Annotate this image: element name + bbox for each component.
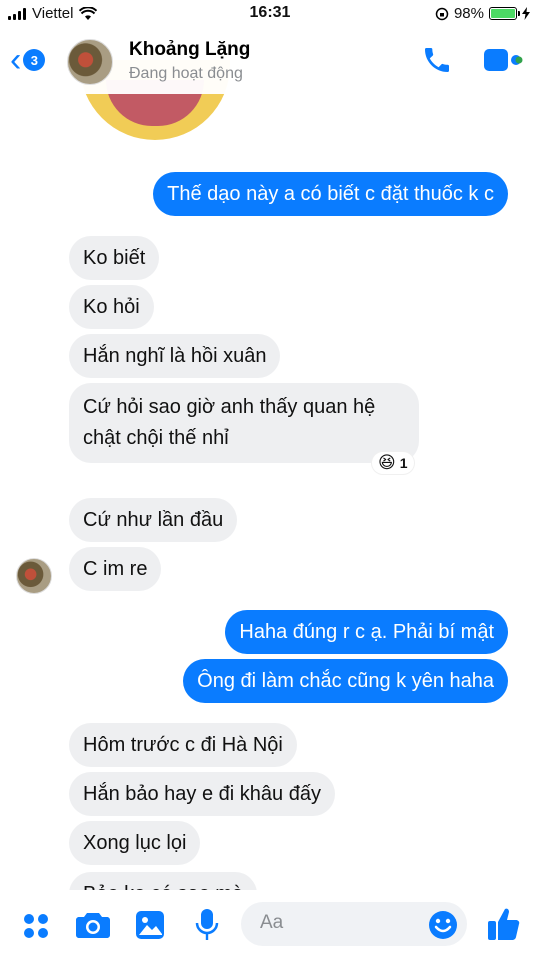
message-bubble-outgoing[interactable]: Thế dạo này a có biết c đặt thuốc k c: [153, 172, 508, 216]
message-bubble-outgoing[interactable]: Haha đúng r c ạ. Phải bí mật: [225, 610, 508, 654]
status-right: 98%: [435, 5, 530, 22]
contact-status: Đang hoạt động: [129, 65, 243, 82]
message-bubble-incoming[interactable]: Hắn bảo hay e đi khâu đấy: [69, 772, 335, 816]
battery-icon: [489, 7, 520, 20]
charging-icon: [522, 7, 530, 20]
back-button[interactable]: ‹ 3: [10, 41, 46, 79]
message-bubble-incoming[interactable]: Xong lục lọi: [69, 821, 201, 865]
thumbs-up-icon[interactable]: [486, 906, 522, 942]
contact-name[interactable]: Khoảng Lặng: [129, 39, 250, 61]
unread-badge: 3: [23, 49, 46, 71]
message-bubble-incoming[interactable]: Cứ hỏi sao giờ anh thấy quan hệ chật chộ…: [69, 383, 419, 463]
message-reaction[interactable]: 😆 1: [372, 452, 414, 474]
message-composer: Aa: [0, 890, 540, 960]
chat-header: ‹ 3 Khoảng Lặng Đang hoạt động: [0, 28, 540, 94]
battery-percent: 98%: [453, 5, 484, 22]
message-bubble-incoming[interactable]: Ko hỏi: [69, 285, 154, 329]
chevron-left-icon: ‹: [10, 41, 22, 79]
message-bubble-incoming[interactable]: Cứ như lần đầu: [69, 498, 238, 542]
reaction-count: 1: [399, 455, 408, 471]
message-bubble-incoming[interactable]: Hôm trước c đi Hà Nội: [69, 723, 297, 767]
image-icon[interactable]: [135, 910, 165, 940]
message-bubble-incoming[interactable]: C im re: [69, 547, 162, 591]
contact-avatar[interactable]: [67, 39, 113, 85]
sender-avatar[interactable]: [16, 558, 52, 594]
status-bar: Viettel 16:31 98%: [0, 0, 540, 28]
phone-icon[interactable]: [421, 44, 453, 76]
emoji-icon[interactable]: [428, 910, 458, 940]
menu-dots-icon[interactable]: [22, 912, 50, 940]
rotation-lock-icon: [435, 7, 449, 20]
camera-icon[interactable]: [76, 911, 110, 939]
microphone-icon[interactable]: [195, 908, 219, 942]
laughing-emoji-icon: 😆: [378, 453, 396, 472]
message-input-placeholder: Aa: [260, 912, 284, 933]
video-call-icon[interactable]: [483, 45, 523, 75]
message-bubble-incoming[interactable]: Hắn nghĩ là hồi xuân: [69, 334, 281, 378]
message-bubble-incoming[interactable]: Ko biết: [69, 236, 160, 280]
message-bubble-outgoing[interactable]: Ông đi làm chắc cũng k yên haha: [183, 659, 508, 703]
